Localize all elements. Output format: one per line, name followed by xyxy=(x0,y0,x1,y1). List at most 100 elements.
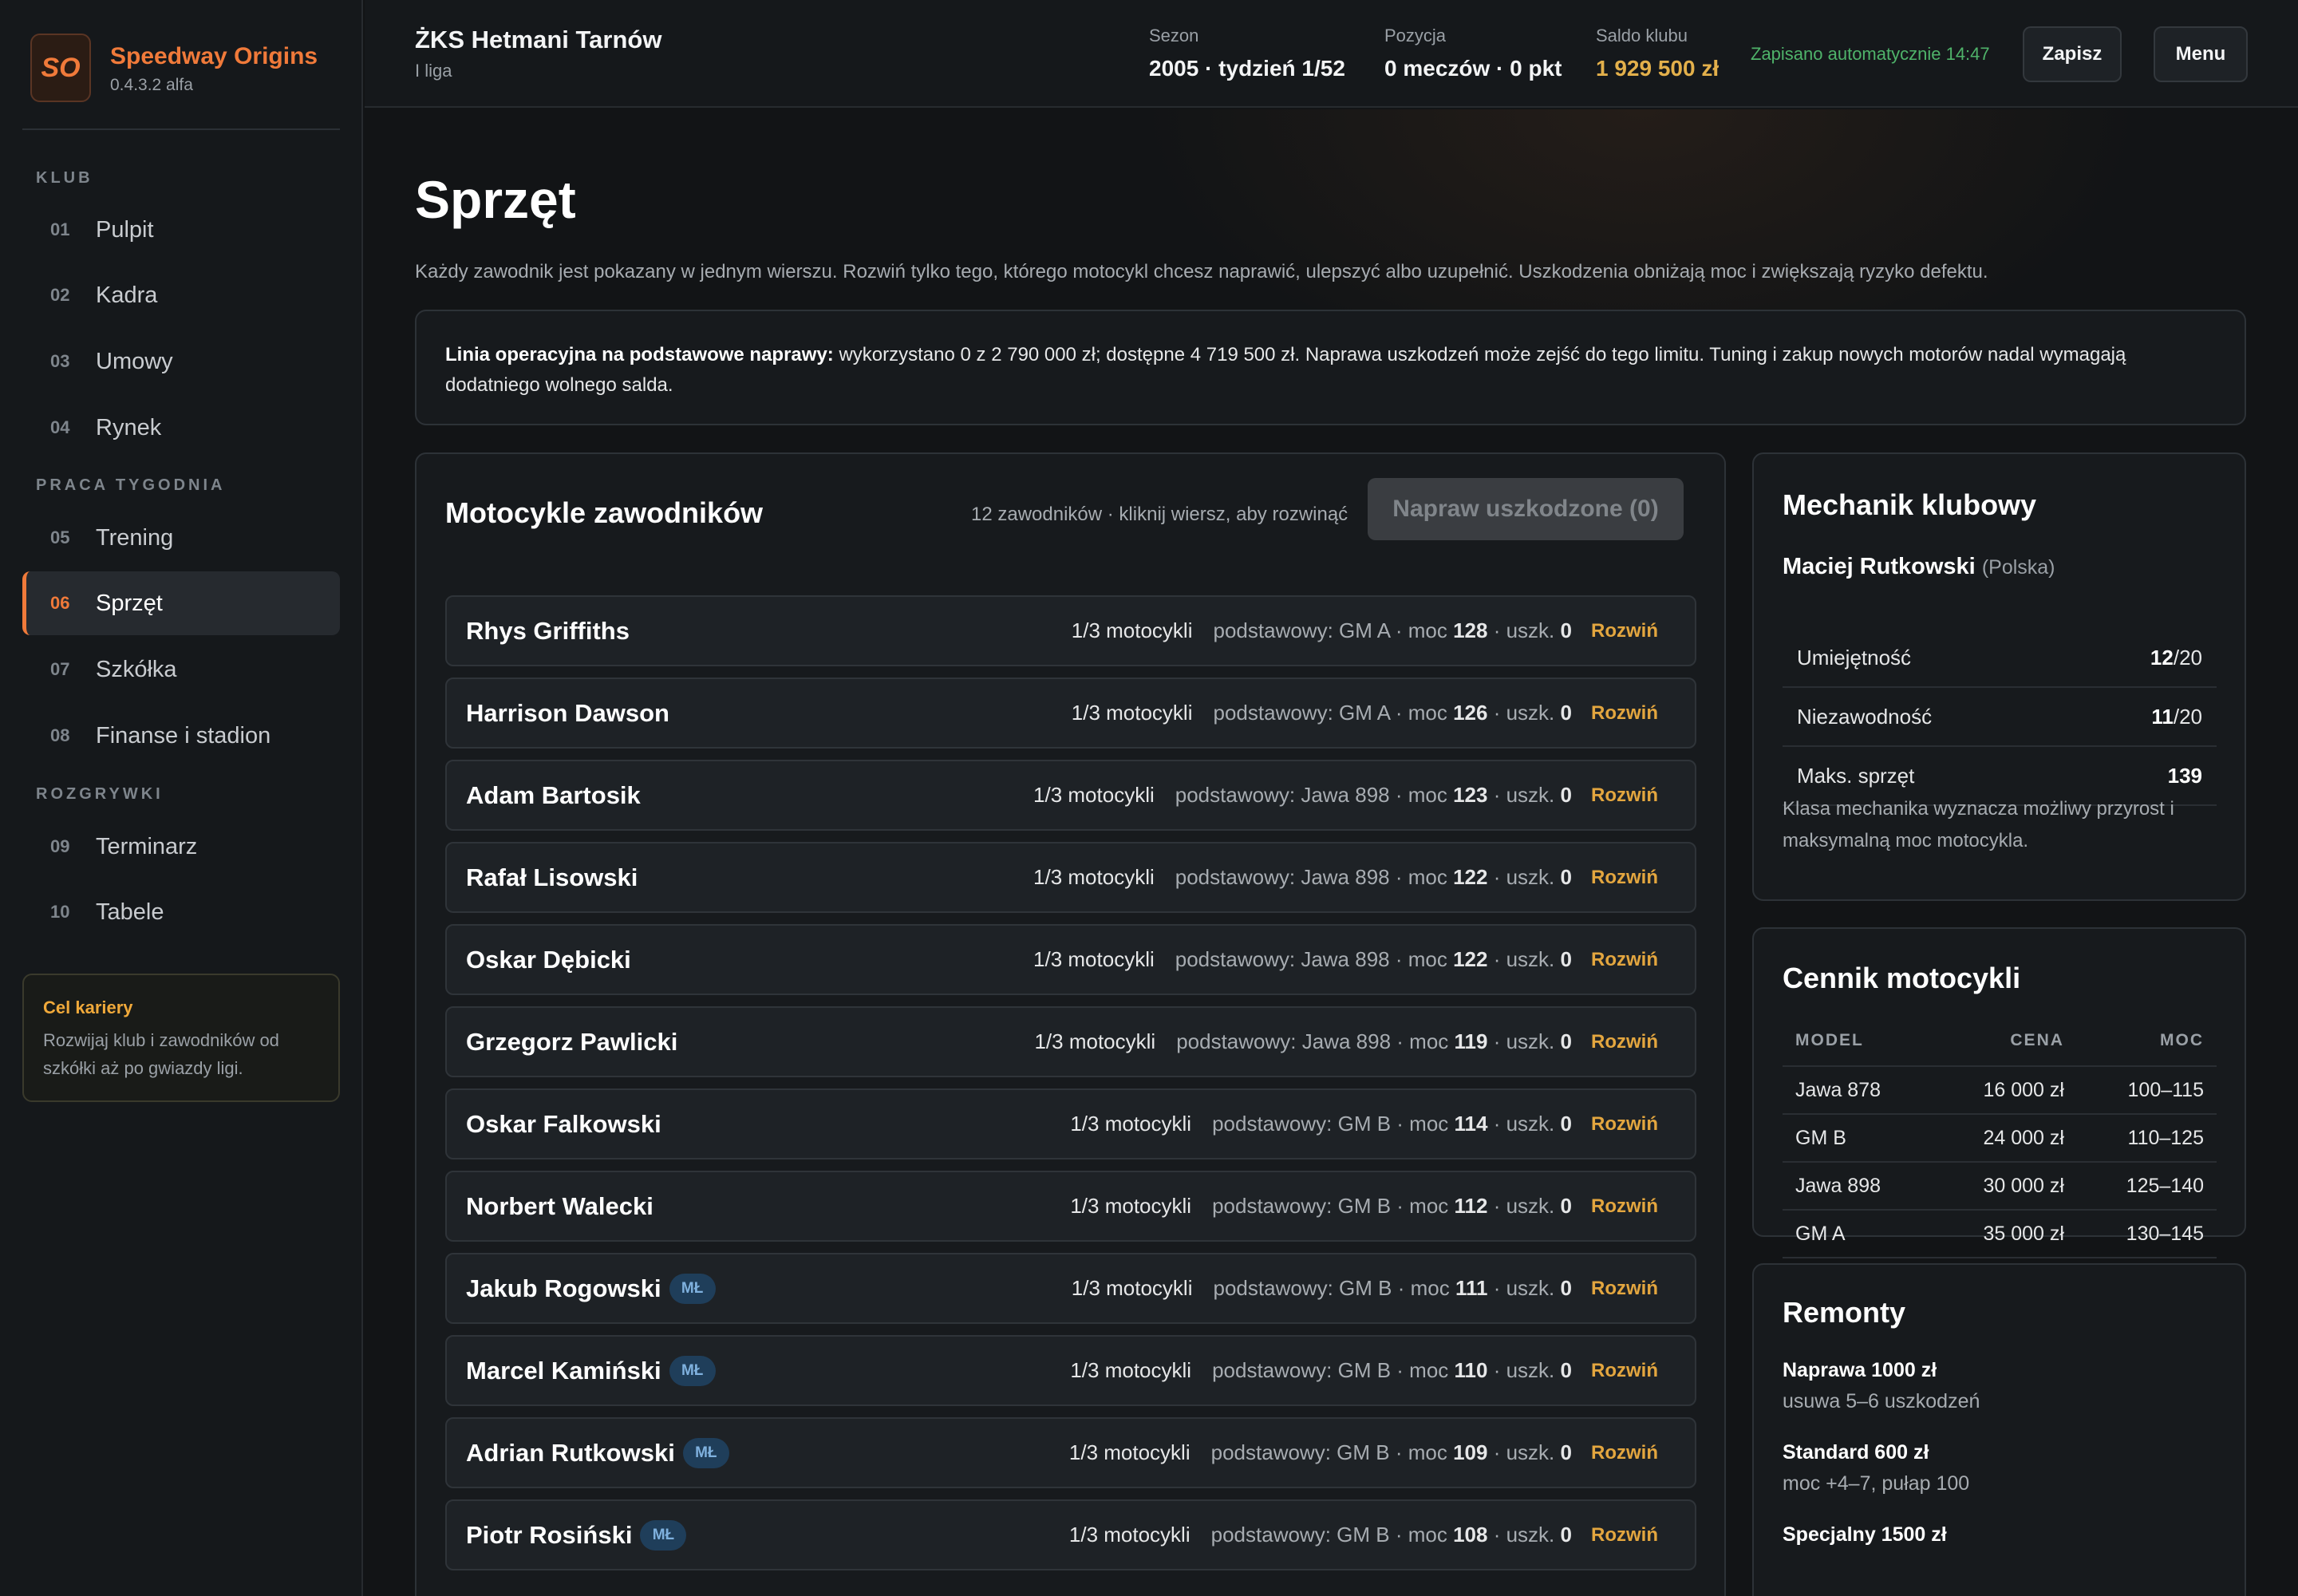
expand-button[interactable]: Rozwiń xyxy=(1591,1195,1658,1218)
nav-item-trening[interactable]: 05 Trening xyxy=(22,506,340,570)
base-bike-model: GM B xyxy=(1339,1276,1392,1300)
brand[interactable]: SO Speedway Origins 0.4.3.2 alfa xyxy=(30,34,318,102)
damage-prefix: · uszk. xyxy=(1493,1358,1555,1382)
nav-item-number: 05 xyxy=(50,527,70,547)
expand-button[interactable]: Rozwiń xyxy=(1591,867,1658,889)
nav-item-rynek[interactable]: 04 Rynek xyxy=(22,396,340,460)
mechanic-stat-number: 12 xyxy=(2150,645,2174,670)
credit-line-info: Linia operacyjna na podstawowe naprawy: … xyxy=(415,310,2246,425)
base-bike-prefix: podstawowy: xyxy=(1212,1112,1333,1136)
repairs-title: Remonty xyxy=(1783,1296,1906,1329)
repair-option: Naprawa 1000 zł usuwa 5–6 uszkodzeń xyxy=(1783,1359,1980,1413)
rider-row[interactable]: Adam Bartosik 1/3 motocykli podstawowy: Ja… xyxy=(445,760,1696,831)
balance-value: 1 929 500 zł xyxy=(1596,56,1720,81)
nav-item-number: 07 xyxy=(50,659,70,679)
rider-name: Rhys Griffiths xyxy=(466,616,630,645)
mechanic-stat-label: Maks. sprzęt xyxy=(1797,763,1915,788)
mechanic-skill-row: Umiejętność 12/20 xyxy=(1783,629,2217,688)
bike-count: 1/3 motocykli xyxy=(1068,1440,1190,1464)
rider-row[interactable]: Piotr Rosiński MŁ 1/3 motocykli podstawowy:… xyxy=(445,1499,1696,1570)
power-prefix: · moc xyxy=(1397,1276,1450,1300)
rider-row[interactable]: Rafał Lisowski 1/3 motocykli podstawowy: J… xyxy=(445,842,1696,913)
nav-item-terminarz[interactable]: 09 Terminarz xyxy=(22,815,340,879)
nav-item-label: Trening xyxy=(96,524,174,551)
bike-damage: 0 xyxy=(1560,1440,1572,1464)
expand-button[interactable]: Rozwiń xyxy=(1591,1524,1658,1547)
nav-item-finanse-i-stadion[interactable]: 08 Finanse i stadion xyxy=(22,704,340,768)
rider-row[interactable]: Grzegorz Pawlicki 1/3 motocykli podstawowy… xyxy=(445,1006,1696,1077)
rider-bike-summary: 1/3 motocykli podstawowy: GM A · moc 128 … xyxy=(1072,597,1658,665)
expand-button[interactable]: Rozwiń xyxy=(1591,1360,1658,1382)
rider-name: Piotr Rosiński xyxy=(466,1520,633,1549)
nav-item-kadra[interactable]: 02 Kadra xyxy=(22,263,340,327)
rider-row[interactable]: Marcel Kamiński MŁ 1/3 motocykli podstawowy… xyxy=(445,1335,1696,1406)
bike-count: 1/3 motocykli xyxy=(1071,618,1193,642)
position-value: 0 meczów · 0 pkt xyxy=(1384,56,1562,81)
rider-name-cell: Rafał Lisowski xyxy=(466,843,638,911)
rider-name-cell: Adam Bartosik xyxy=(466,761,641,829)
expand-button[interactable]: Rozwiń xyxy=(1591,702,1658,725)
nav-item-pulpit[interactable]: 01 Pulpit xyxy=(22,198,340,262)
expand-button[interactable]: Rozwiń xyxy=(1591,784,1658,807)
nav-item-umowy[interactable]: 03 Umowy xyxy=(22,330,340,393)
bike-power: 122 xyxy=(1453,947,1488,971)
bike-power: 108 xyxy=(1453,1523,1488,1547)
career-goal-title: Cel kariery xyxy=(43,998,133,1017)
base-bike-prefix: podstawowy: xyxy=(1212,1194,1333,1218)
repair-option-desc: usuwa 5–6 uszkodzeń xyxy=(1783,1390,1980,1412)
price-header-power: MOC xyxy=(2076,1015,2217,1067)
bike-power: 123 xyxy=(1453,783,1488,807)
rider-row[interactable]: Harrison Dawson 1/3 motocykli podstawowy: … xyxy=(445,678,1696,749)
rider-name: Jakub Rogowski xyxy=(466,1274,661,1302)
damage-prefix: · uszk. xyxy=(1493,618,1555,642)
rider-row[interactable]: Oskar Dębicki 1/3 motocykli podstawowy: Ja… xyxy=(445,924,1696,995)
base-bike-model: Jawa 898 xyxy=(1301,865,1390,889)
rider-name-cell: Oskar Falkowski xyxy=(466,1090,661,1158)
expand-button[interactable]: Rozwiń xyxy=(1591,949,1658,971)
expand-button[interactable]: Rozwiń xyxy=(1591,1442,1658,1464)
sidebar-divider xyxy=(22,128,340,130)
rider-name-cell: Oskar Dębicki xyxy=(466,926,631,994)
junior-badge: MŁ xyxy=(669,1355,716,1386)
bike-count: 1/3 motocykli xyxy=(1068,1523,1190,1547)
bike-price-list-panel: Cennik motocykli MODEL CENA MOC Jawa 878… xyxy=(1752,927,2246,1258)
menu-button[interactable]: Menu xyxy=(2154,26,2248,82)
mechanic-reliability-row: Niezawodność 11/20 xyxy=(1783,688,2217,747)
repair-damaged-button[interactable]: Napraw uszkodzone (0) xyxy=(1368,478,1684,540)
credit-line-label: Linia operacyjna na podstawowe naprawy: xyxy=(445,344,834,365)
rider-name: Oskar Dębicki xyxy=(466,945,631,974)
nav-item-szkolka[interactable]: 07 Szkółka xyxy=(22,638,340,701)
rider-row[interactable]: Jakub Rogowski MŁ 1/3 motocykli podstawowy:… xyxy=(445,1253,1696,1324)
expand-button[interactable]: Rozwiń xyxy=(1591,1031,1658,1053)
expand-button[interactable]: Rozwiń xyxy=(1591,1113,1658,1136)
price-table: MODEL CENA MOC Jawa 878 16 000 zł 100–11… xyxy=(1783,1015,2217,1258)
expand-button[interactable]: Rozwiń xyxy=(1591,620,1658,642)
nav-item-number: 04 xyxy=(50,417,70,437)
nav-item-number: 06 xyxy=(50,593,70,613)
rider-row[interactable]: Rhys Griffiths 1/3 motocykli podstawowy: G… xyxy=(445,595,1696,666)
save-button[interactable]: Zapisz xyxy=(2023,26,2122,82)
rider-bikes-panel: Motocykle zawodników 12 zawodników · kli… xyxy=(415,452,1726,1596)
power-prefix: · moc xyxy=(1396,1194,1449,1218)
rider-name: Adrian Rutkowski xyxy=(466,1438,675,1467)
bike-details: podstawowy: GM A · moc 126 · uszk. 0 xyxy=(1214,701,1573,725)
bike-damage: 0 xyxy=(1560,1029,1572,1053)
brand-logo-icon: SO xyxy=(30,34,91,102)
rider-bike-summary: 1/3 motocykli podstawowy: GM B · moc 108 … xyxy=(1069,1501,1658,1569)
rider-row[interactable]: Oskar Falkowski 1/3 motocykli podstawowy: … xyxy=(445,1088,1696,1159)
bike-count: 1/3 motocykli xyxy=(1070,1358,1192,1382)
base-bike-prefix: podstawowy: xyxy=(1175,865,1296,889)
power-prefix: · moc xyxy=(1396,1112,1449,1136)
mechanic-stat-number: 139 xyxy=(2167,763,2202,788)
rider-row[interactable]: Norbert Walecki 1/3 motocykli podstawowy: … xyxy=(445,1171,1696,1242)
mechanic-stat-value: 11/20 xyxy=(2151,705,2202,729)
base-bike-model: Jawa 898 xyxy=(1301,1029,1392,1053)
bike-damage: 0 xyxy=(1560,1358,1572,1382)
club-name: ŻKS Hetmani Tarnów xyxy=(415,26,662,53)
rider-row[interactable]: Adrian Rutkowski MŁ 1/3 motocykli podstawow… xyxy=(445,1417,1696,1488)
nav-item-tabele[interactable]: 10 Tabele xyxy=(22,880,340,944)
balance-stat: Saldo klubu 1 929 500 zł xyxy=(1596,26,1719,81)
price-cell-power: 110–125 xyxy=(2076,1114,2217,1163)
nav-item-sprzet[interactable]: 06 Sprzęt xyxy=(22,571,340,635)
expand-button[interactable]: Rozwiń xyxy=(1591,1278,1658,1300)
